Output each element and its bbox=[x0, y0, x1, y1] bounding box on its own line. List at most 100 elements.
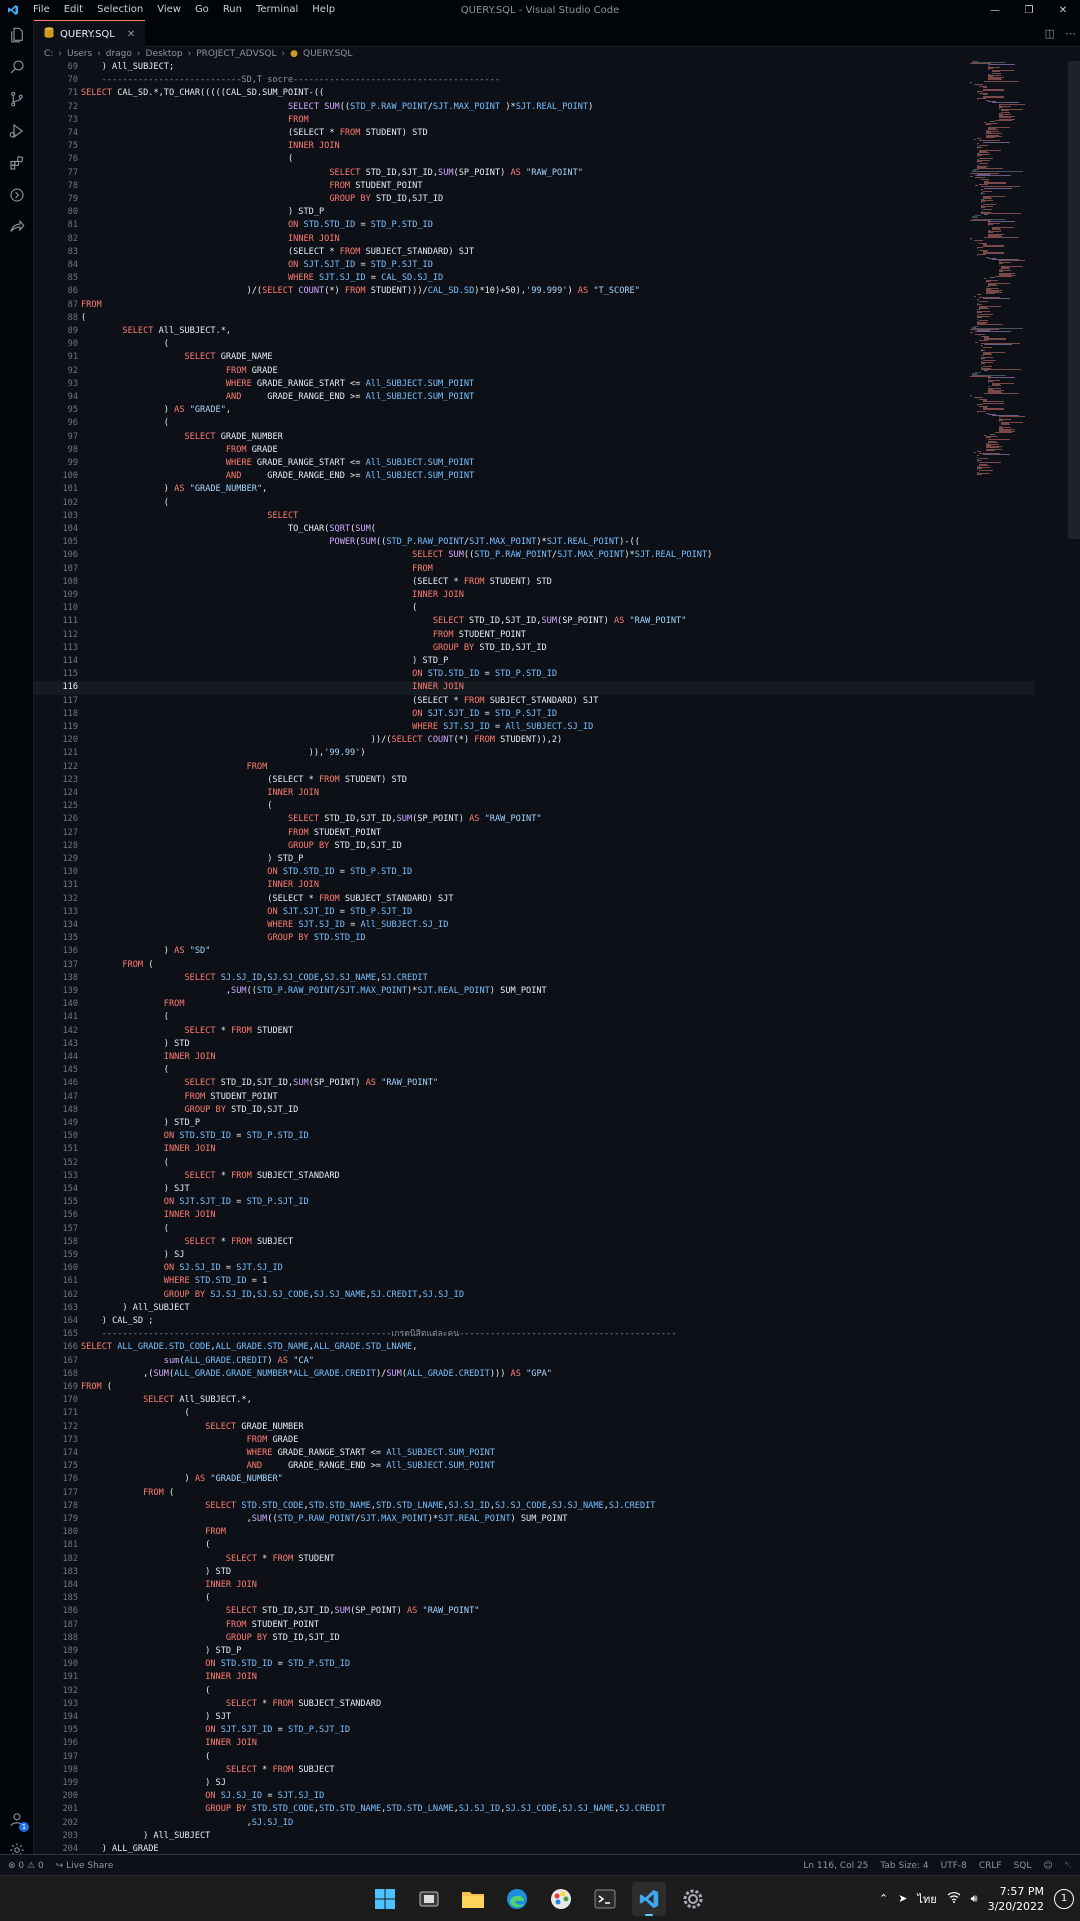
code-line[interactable]: 101 ) AS "GRADE_NUMBER", bbox=[34, 483, 1034, 496]
code-line[interactable]: 90 ( bbox=[34, 338, 1034, 351]
code-line[interactable]: 102 ( bbox=[34, 497, 1034, 510]
minimap[interactable] bbox=[970, 61, 1068, 481]
code-line[interactable]: 184 INNER JOIN bbox=[34, 1579, 1034, 1592]
breadcrumb-drive[interactable]: C: bbox=[44, 49, 53, 59]
code-line[interactable]: 201 GROUP BY STD.STD_CODE,STD.STD_NAME,S… bbox=[34, 1803, 1034, 1816]
breadcrumb-user[interactable]: drago bbox=[106, 49, 132, 59]
code-line[interactable]: 191 INNER JOIN bbox=[34, 1671, 1034, 1684]
code-line[interactable]: 146 SELECT STD_ID,SJT_ID,SUM(SP_POINT) A… bbox=[34, 1077, 1034, 1090]
code-line[interactable]: 91 SELECT GRADE_NAME bbox=[34, 351, 1034, 364]
code-line[interactable]: 109 INNER JOIN bbox=[34, 589, 1034, 602]
code-line[interactable]: 95 ) AS "GRADE", bbox=[34, 404, 1034, 417]
extensions-icon[interactable] bbox=[0, 148, 33, 178]
terminal-icon[interactable] bbox=[588, 1882, 622, 1916]
code-line[interactable]: 141 ( bbox=[34, 1011, 1034, 1024]
code-line[interactable]: 190 ON STD.STD_ID = STD_P.STD_ID bbox=[34, 1658, 1034, 1671]
code-line[interactable]: 195 ON SJT.SJT_ID = STD_P.SJT_ID bbox=[34, 1724, 1034, 1737]
menu-terminal[interactable]: Terminal bbox=[249, 0, 305, 20]
code-line[interactable]: 136 ) AS "SD" bbox=[34, 945, 1034, 958]
code-line[interactable]: 129 ) STD_P bbox=[34, 853, 1034, 866]
code-line[interactable]: 164 ) CAL_SD ; bbox=[34, 1315, 1034, 1328]
code-line[interactable]: 155 ON SJT.SJT_ID = STD_P.SJT_ID bbox=[34, 1196, 1034, 1209]
code-line[interactable]: 196 INNER JOIN bbox=[34, 1737, 1034, 1750]
code-line[interactable]: 106 SELECT SUM((STD_P.RAW_POINT/SJT.MAX_… bbox=[34, 549, 1034, 562]
code-line[interactable]: 142 SELECT * FROM STUDENT bbox=[34, 1025, 1034, 1038]
code-line[interactable]: 145 ( bbox=[34, 1064, 1034, 1077]
color-app-icon[interactable] bbox=[544, 1882, 578, 1916]
code-line[interactable]: 115 ON STD.STD_ID = STD_P.STD_ID bbox=[34, 668, 1034, 681]
volume-icon[interactable]: 🔊︎ bbox=[971, 1892, 978, 1906]
breadcrumb-desktop[interactable]: Desktop bbox=[146, 49, 183, 59]
code-line[interactable]: 111 SELECT STD_ID,SJT_ID,SUM(SP_POINT) A… bbox=[34, 615, 1034, 628]
code-line[interactable]: 172 SELECT GRADE_NUMBER bbox=[34, 1421, 1034, 1434]
code-line[interactable]: 140 FROM bbox=[34, 998, 1034, 1011]
code-line[interactable]: 170 SELECT All_SUBJECT.*, bbox=[34, 1394, 1034, 1407]
breadcrumb-folder[interactable]: PROJECT_ADVSQL bbox=[196, 49, 276, 59]
close-tab-icon[interactable]: ✕ bbox=[127, 29, 135, 40]
code-line[interactable]: 105 POWER(SUM((STD_P.RAW_POINT/SJT.MAX_P… bbox=[34, 536, 1034, 549]
code-line[interactable]: 187 FROM STUDENT_POINT bbox=[34, 1619, 1034, 1632]
code-line[interactable]: 88( bbox=[34, 312, 1034, 325]
code-line[interactable]: 174 WHERE GRADE_RANGE_START <= All_SUBJE… bbox=[34, 1447, 1034, 1460]
code-line[interactable]: 93 WHERE GRADE_RANGE_START <= All_SUBJEC… bbox=[34, 378, 1034, 391]
code-line[interactable]: 108 (SELECT * FROM STUDENT) STD bbox=[34, 576, 1034, 589]
code-line[interactable]: 138 SELECT SJ.SJ_ID,SJ.SJ_CODE,SJ.SJ_NAM… bbox=[34, 972, 1034, 985]
code-line[interactable]: 107 FROM bbox=[34, 563, 1034, 576]
code-line[interactable]: 197 ( bbox=[34, 1751, 1034, 1764]
code-line[interactable]: 150 ON STD.STD_ID = STD_P.STD_ID bbox=[34, 1130, 1034, 1143]
code-line[interactable]: 100 AND GRADE_RANGE_END >= All_SUBJECT.S… bbox=[34, 470, 1034, 483]
vscode-icon[interactable] bbox=[632, 1882, 666, 1916]
restore-icon[interactable]: ❐ bbox=[1012, 0, 1046, 20]
code-line[interactable]: 83 (SELECT * FROM SUBJECT_STANDARD) SJT bbox=[34, 246, 1034, 259]
code-line[interactable]: 135 GROUP BY STD.STD_ID bbox=[34, 932, 1034, 945]
code-line[interactable]: 148 GROUP BY STD_ID,SJT_ID bbox=[34, 1104, 1034, 1117]
code-line[interactable]: 194 ) SJT bbox=[34, 1711, 1034, 1724]
file-explorer-icon[interactable] bbox=[456, 1882, 490, 1916]
code-line[interactable]: 157 ( bbox=[34, 1223, 1034, 1236]
code-line[interactable]: 199 ) SJ bbox=[34, 1777, 1034, 1790]
code-line[interactable]: 89 SELECT All_SUBJECT.*, bbox=[34, 325, 1034, 338]
code-line[interactable]: 183 ) STD bbox=[34, 1566, 1034, 1579]
code-line[interactable]: 139 ,SUM((STD_P.RAW_POINT/SJT.MAX_POINT)… bbox=[34, 985, 1034, 998]
code-line[interactable]: 188 GROUP BY STD_ID,SJT_ID bbox=[34, 1632, 1034, 1645]
code-line[interactable]: 123 (SELECT * FROM STUDENT) STD bbox=[34, 774, 1034, 787]
code-line[interactable]: 72 SELECT SUM((STD_P.RAW_POINT/SJT.MAX_P… bbox=[34, 101, 1034, 114]
code-line[interactable]: 158 SELECT * FROM SUBJECT bbox=[34, 1236, 1034, 1249]
problems-indicator[interactable]: ⊗ 0 ⚠ 0 bbox=[8, 1861, 44, 1871]
code-line[interactable]: 173 FROM GRADE bbox=[34, 1434, 1034, 1447]
code-line[interactable]: 76 ( bbox=[34, 153, 1034, 166]
code-line[interactable]: 176 ) AS "GRADE_NUMBER" bbox=[34, 1473, 1034, 1486]
code-line[interactable]: 182 SELECT * FROM STUDENT bbox=[34, 1553, 1034, 1566]
code-line[interactable]: 165 ------------------------------------… bbox=[34, 1328, 1034, 1341]
tab-size[interactable]: Tab Size: 4 bbox=[880, 1861, 928, 1871]
code-line[interactable]: 114 ) STD_P bbox=[34, 655, 1034, 668]
code-line[interactable]: 177 FROM ( bbox=[34, 1487, 1034, 1500]
close-icon[interactable]: ✕ bbox=[1046, 0, 1080, 20]
code-line[interactable]: 77 SELECT STD_ID,SJT_ID,SUM(SP_POINT) AS… bbox=[34, 167, 1034, 180]
code-line[interactable]: 203 ) All_SUBJECT bbox=[34, 1830, 1034, 1843]
code-line[interactable]: 185 ( bbox=[34, 1592, 1034, 1605]
line-ending[interactable]: CRLF bbox=[979, 1861, 1002, 1871]
code-line[interactable]: 160 ON SJ.SJ_ID = SJT.SJ_ID bbox=[34, 1262, 1034, 1275]
code-line[interactable]: 167 sum(ALL_GRADE.CREDIT) AS "CA" bbox=[34, 1355, 1034, 1368]
editor-scrollbar[interactable] bbox=[1068, 61, 1080, 1854]
code-editor[interactable]: 69 ) All_SUBJECT;70 --------------------… bbox=[34, 61, 1080, 1854]
code-line[interactable]: 92 FROM GRADE bbox=[34, 365, 1034, 378]
code-line[interactable]: 178 SELECT STD.STD_CODE,STD.STD_NAME,STD… bbox=[34, 1500, 1034, 1513]
live-share-icon[interactable] bbox=[0, 212, 33, 242]
tab-query-sql[interactable]: QUERY.SQL ✕ bbox=[34, 20, 145, 47]
location-icon[interactable]: ➤ bbox=[898, 1892, 907, 1905]
vscode-logo-icon[interactable] bbox=[0, 0, 26, 20]
more-actions-icon[interactable]: ⋯ bbox=[1065, 27, 1076, 40]
code-line[interactable]: 125 ( bbox=[34, 800, 1034, 813]
notification-badge[interactable]: 1 bbox=[1054, 1889, 1074, 1909]
code-line[interactable]: 110 ( bbox=[34, 602, 1034, 615]
code-line[interactable]: 82 INNER JOIN bbox=[34, 233, 1034, 246]
code-line[interactable]: 69 ) All_SUBJECT; bbox=[34, 61, 1034, 74]
code-line[interactable]: 193 SELECT * FROM SUBJECT_STANDARD bbox=[34, 1698, 1034, 1711]
code-line[interactable]: 96 ( bbox=[34, 417, 1034, 430]
code-line[interactable]: 151 INNER JOIN bbox=[34, 1143, 1034, 1156]
menu-edit[interactable]: Edit bbox=[57, 0, 90, 20]
code-line[interactable]: 152 ( bbox=[34, 1157, 1034, 1170]
code-line[interactable]: 156 INNER JOIN bbox=[34, 1209, 1034, 1222]
